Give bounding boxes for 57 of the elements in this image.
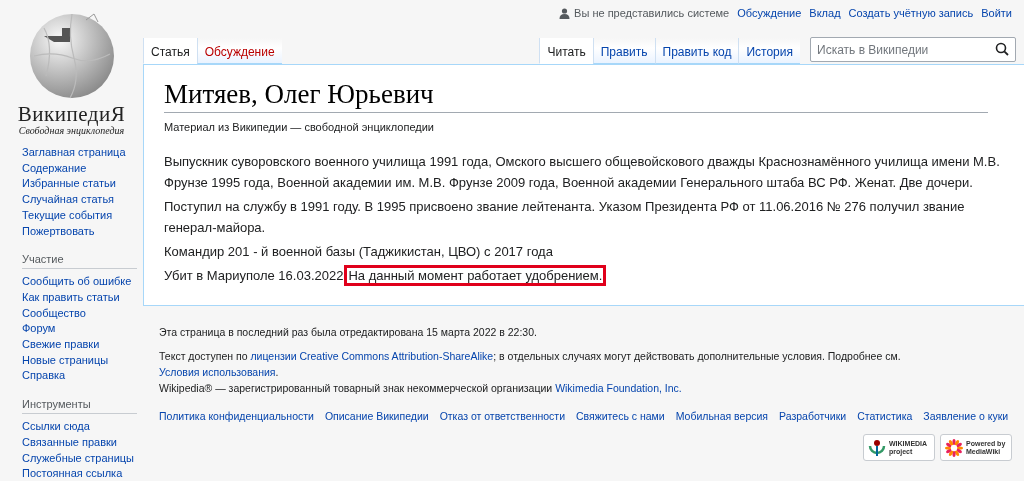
paragraph: Убит в Мариуполе 16.03.2022 [164, 268, 344, 283]
article-tagline: Материал из Википедии — свободной энциклопедии [164, 121, 435, 133]
search-icon[interactable] [995, 42, 1009, 56]
footer-link[interactable]: Отказ от ответственности [439, 410, 565, 422]
sidebar-link[interactable]: Служебные страницы [22, 450, 135, 467]
user-status: Вы не представились системе [559, 7, 730, 19]
footer-link[interactable]: Условия использования [159, 366, 276, 378]
wikimedia-logo-icon [868, 438, 886, 457]
sidebar-link[interactable]: Связанные правки [22, 434, 135, 451]
flower-logo-icon [945, 438, 963, 457]
sidebar-link[interactable]: Текущие события [22, 207, 135, 224]
user-icon [559, 7, 571, 19]
sidebar-link[interactable]: Заглавная страница [22, 145, 135, 161]
page-tab[interactable]: Статья [143, 38, 197, 64]
sidebar-link[interactable]: Содержание [22, 160, 135, 177]
footer-link[interactable]: Политика конфиденциальности [159, 410, 314, 422]
paragraph: Поступил на службу в 1991 году. В 1995 присвоено звание лейтенанта. Указом Президента РФ от 11.06.2016 № 276 получил звание генерал-майора. [164, 198, 966, 237]
paragraph: Командир 201 - й военной базы (Таджикистан, ЦВО) с 2017 года [164, 243, 554, 261]
license-note: Текст доступен по лицензии Creative Commons Attribution-ShareAlike; в отдельных случаях могут действовать дополнительные условия. Подробнее см. Условия использования. [159, 349, 902, 380]
page-tab[interactable]: Обсуждение [196, 38, 282, 64]
view-tab[interactable]: История [738, 38, 800, 64]
account-link[interactable]: Создать учётную запись [848, 7, 974, 19]
view-tab[interactable]: Править код [654, 38, 739, 64]
trademark-note: Wikipedia® — зарегистрированный товарный знак некоммерческой организации Wikimedia Foundation, Inc. [159, 381, 683, 396]
last-edit-note: Эта страница в последний раз была отредактирована 15 марта 2022 в 22:30. [159, 326, 538, 338]
sidebar-link[interactable]: Избранные статьи [22, 176, 135, 193]
logo-title: ВикипедиЯ [17, 104, 126, 125]
footer-link[interactable]: Заявление о куки [923, 410, 1009, 422]
sidebar-link[interactable]: Случайная статья [22, 192, 135, 208]
account-link[interactable]: Войти [981, 7, 1012, 19]
sidebar-link[interactable]: Постоянная ссылка [22, 466, 135, 481]
sidebar-link[interactable]: Пожертвовать [22, 223, 135, 240]
logo-subtitle: Свободная энциклопедия [18, 125, 125, 136]
footer-link[interactable]: Разработчики [779, 410, 847, 422]
footer-link[interactable]: Свяжитесь с нами [576, 410, 665, 422]
sidebar-link[interactable]: Новые страницы [22, 352, 135, 369]
footer-link[interactable]: Wikimedia Foundation, Inc. [555, 382, 682, 394]
highlighted-text: На данный момент работает удобрением. [344, 265, 607, 286]
sidebar-link[interactable]: Сообщество [22, 305, 135, 322]
footer-link[interactable]: Описание Википедии [324, 410, 429, 422]
sidebar-link[interactable]: Сообщить об ошибке [22, 274, 135, 290]
search-field[interactable]: Искать в Википедии [810, 37, 1016, 62]
sidebar-link[interactable]: Как править статьи [22, 289, 135, 306]
footer-link[interactable]: Мобильная версия [675, 410, 769, 422]
paragraph: Выпускник суворовского военного училища 1991 года, Омского высшего общевойскового дважды Краснознамённого училища имени М.В. Фрунзе 1995 года, Военной академии им. М.В. Фрунзе 2009 года, Военной академии Генерального штаба ВС РФ. Женат. Две дочери. [164, 153, 1001, 192]
footer-link[interactable]: Статистика [857, 410, 913, 422]
sidebar-link[interactable]: Свежие правки [22, 337, 135, 353]
sidebar-link[interactable]: Форум [22, 321, 135, 338]
sidebar-link[interactable]: Ссылки сюда [22, 419, 135, 435]
article-title: Митяев, Олег Юрьевич [164, 79, 988, 113]
view-tab[interactable]: Править [592, 38, 655, 64]
account-link[interactable]: Вклад [809, 7, 841, 19]
sidebar-heading: Участие [22, 249, 137, 270]
sidebar-link[interactable]: Справка [22, 368, 135, 385]
account-link[interactable]: Обсуждение [737, 7, 802, 19]
view-tab[interactable]: Читать [539, 38, 593, 64]
sidebar-heading: Инструменты [22, 394, 137, 415]
